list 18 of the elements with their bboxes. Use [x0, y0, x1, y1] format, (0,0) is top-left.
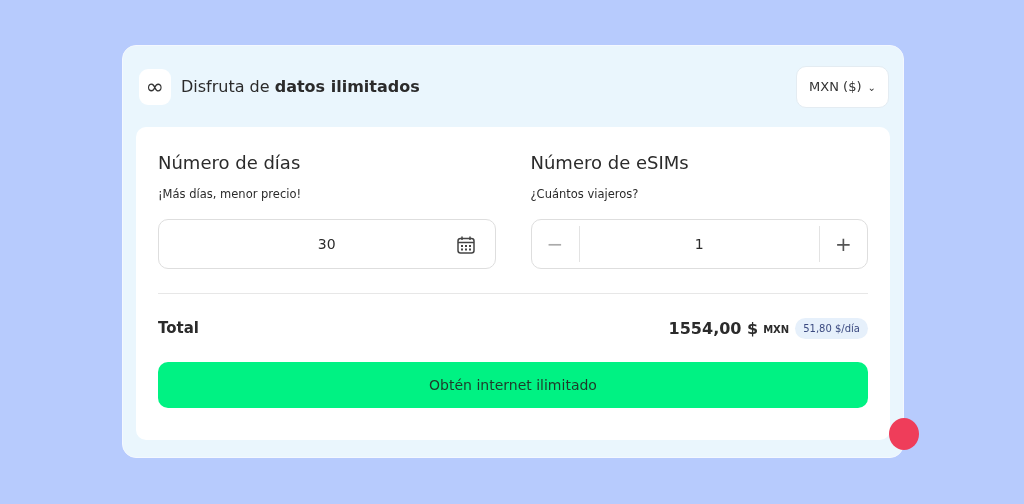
- per-day-badge: 51,80 $/día: [795, 317, 868, 339]
- days-field[interactable]: 30: [158, 219, 496, 269]
- floating-button[interactable]: [889, 418, 919, 450]
- esim-count: 1: [694, 236, 704, 252]
- esim-stepper[interactable]: − 1 +: [530, 219, 868, 269]
- increment-button[interactable]: +: [819, 226, 867, 262]
- card-title: Disfruta de datos ilimitados: [181, 77, 421, 96]
- section-subtitle: ¡Más días, menor precio!: [158, 187, 303, 201]
- section-subtitle: ¿Cuántos viajeros?: [530, 187, 640, 201]
- cta-button[interactable]: Obtén internet ilimitado: [158, 362, 868, 408]
- currency-code: MXN: [763, 324, 790, 335]
- section-title: Número de días: [158, 151, 302, 175]
- infinity-icon: ∞: [139, 68, 171, 105]
- total-amount: 1554,00 $: [668, 318, 759, 338]
- section-title: Número de eSIMs: [530, 151, 690, 175]
- currency-dropdown[interactable]: MXN ($) ⌄: [796, 65, 889, 108]
- total-label: Total: [158, 319, 200, 337]
- calendar-icon[interactable]: [455, 235, 476, 255]
